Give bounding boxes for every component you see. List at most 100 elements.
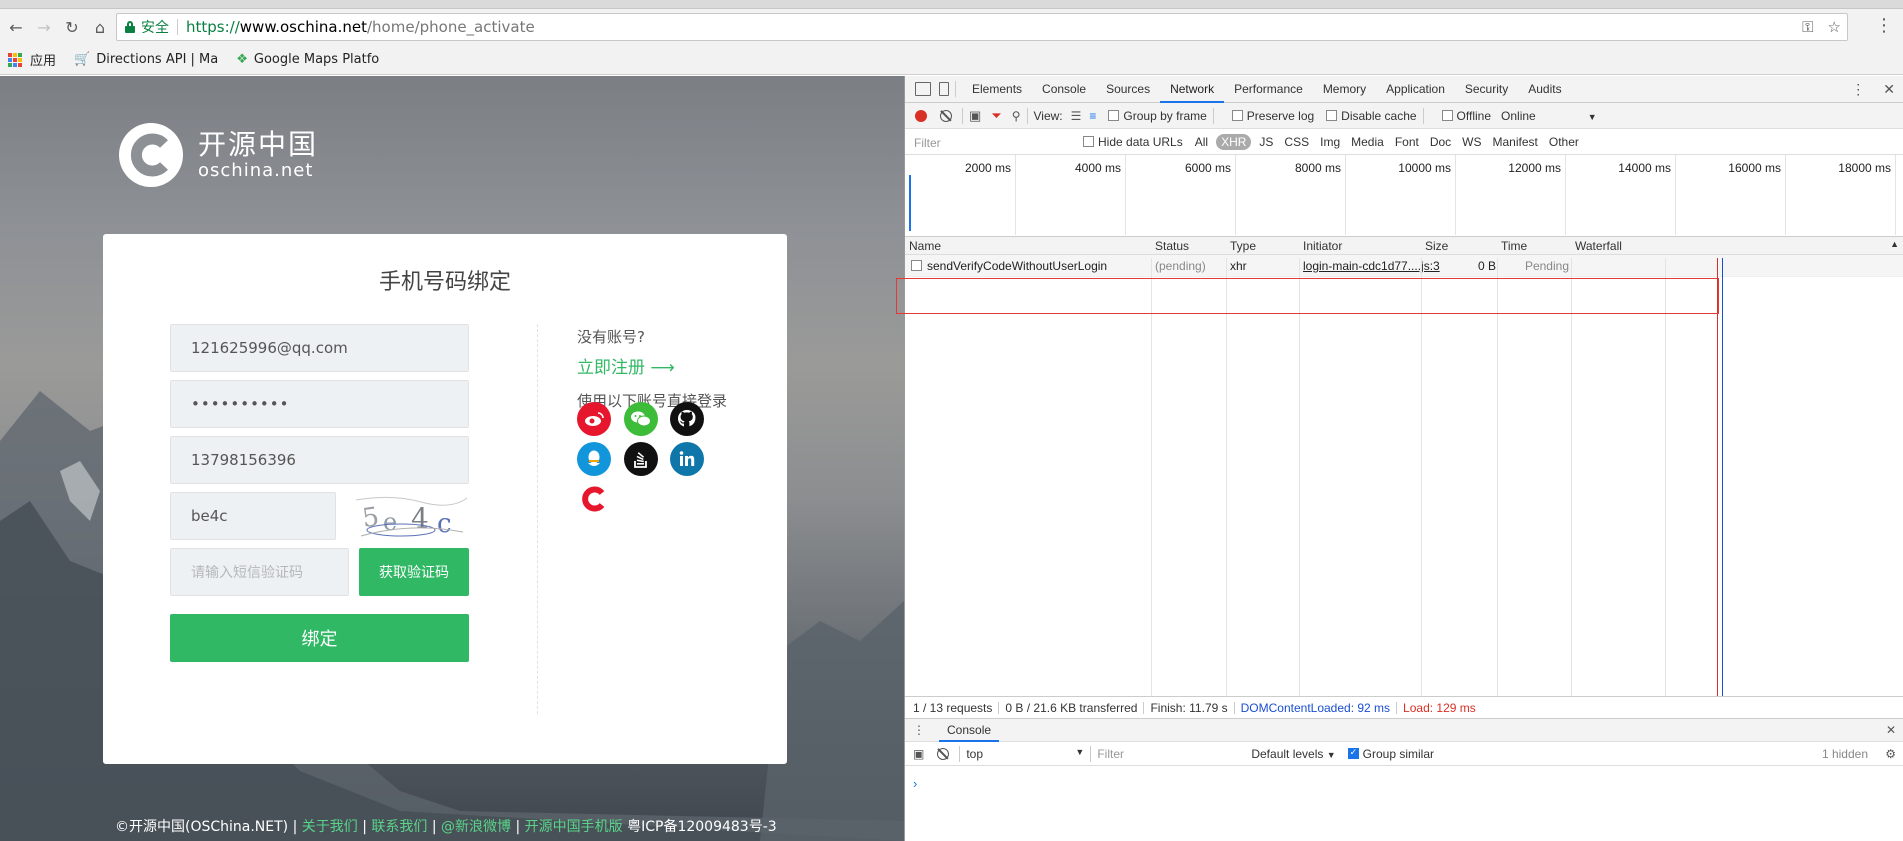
record-icon[interactable] xyxy=(915,109,927,122)
console-filter-input[interactable]: Filter xyxy=(1097,747,1247,761)
bookmark-star-icon[interactable]: ☆ xyxy=(1828,18,1841,36)
type-filter-font[interactable]: Font xyxy=(1392,134,1422,150)
tab-elements[interactable]: Elements xyxy=(962,76,1032,103)
devtools-close-icon[interactable]: ✕ xyxy=(1883,81,1895,98)
column-header-name[interactable]: Name xyxy=(909,239,941,253)
github-icon[interactable] xyxy=(670,402,704,436)
search-icon[interactable]: ⚲ xyxy=(1012,109,1021,123)
console-sidebar-icon[interactable]: ▣ xyxy=(913,747,924,761)
type-filter-other[interactable]: Other xyxy=(1546,134,1582,150)
weibo-icon[interactable] xyxy=(577,402,611,436)
column-header-type[interactable]: Type xyxy=(1230,239,1256,253)
column-header-time[interactable]: Time xyxy=(1501,239,1527,253)
bookmark-label: Directions API | Ma xyxy=(96,52,219,67)
preserve-log-checkbox[interactable]: Preserve log xyxy=(1231,109,1314,123)
get-code-button[interactable]: 获取验证码 xyxy=(359,548,469,596)
column-header-status[interactable]: Status xyxy=(1155,239,1189,253)
tab-sources[interactable]: Sources xyxy=(1096,76,1160,103)
type-filter-doc[interactable]: Doc xyxy=(1427,134,1454,150)
request-row[interactable]: sendVerifyCodeWithoutUserLogin (pending) x… xyxy=(905,255,1903,277)
network-summary: 1 / 13 requests 0 B / 21.6 KB transferre… xyxy=(905,696,1903,718)
type-filter-all[interactable]: All xyxy=(1192,134,1211,150)
device-toolbar-icon[interactable] xyxy=(939,82,949,96)
password-field[interactable]: •••••••••• xyxy=(170,380,469,428)
clear-icon[interactable] xyxy=(940,109,952,122)
sort-arrow-icon[interactable]: ▲ xyxy=(1890,239,1899,249)
type-filter-css[interactable]: CSS xyxy=(1281,134,1312,150)
qq-icon[interactable] xyxy=(577,442,611,476)
forward-button[interactable]: → xyxy=(32,15,56,39)
console-prompt[interactable]: › xyxy=(913,776,917,791)
camera-icon[interactable]: ▣ xyxy=(969,108,981,124)
bind-button[interactable]: 绑定 xyxy=(170,614,469,662)
footer-about-link[interactable]: 关于我们 xyxy=(302,819,358,835)
column-header-initiator[interactable]: Initiator xyxy=(1303,239,1342,253)
drawer-tab-console[interactable]: Console xyxy=(939,718,1000,742)
register-link[interactable]: 立即注册 ⟶ xyxy=(577,353,675,378)
address-bar[interactable]: 安全 https://www.oschina.net/home/phone_ac… xyxy=(116,13,1848,41)
back-button[interactable]: ← xyxy=(4,15,28,39)
type-filter-media[interactable]: Media xyxy=(1348,134,1387,150)
bookmark-apps[interactable]: 应用 xyxy=(8,50,56,69)
lock-icon xyxy=(125,21,135,33)
request-time: Pending xyxy=(1524,259,1569,273)
overview-gridline xyxy=(1345,155,1346,235)
filter-funnel-icon[interactable]: ⏷ xyxy=(991,108,1001,124)
drawer-close-icon[interactable]: ✕ xyxy=(1886,723,1896,737)
drawer-tabbar: ⋮ Console ✕ xyxy=(905,718,1903,742)
throttle-select[interactable]: Online ▼ xyxy=(1501,109,1597,123)
tab-memory[interactable]: Memory xyxy=(1313,76,1376,103)
sms-code-input[interactable]: 请输入短信验证码 xyxy=(170,548,349,596)
footer-weibo-link[interactable]: @新浪微博 xyxy=(441,819,511,835)
reload-button[interactable]: ↻ xyxy=(60,15,84,39)
tab-security[interactable]: Security xyxy=(1455,76,1518,103)
large-rows-icon[interactable]: ☰ xyxy=(1071,109,1082,123)
group-by-frame-checkbox[interactable]: Group by frame xyxy=(1108,109,1207,123)
drawer-menu-icon[interactable]: ⋮ xyxy=(913,723,925,737)
column-header-size[interactable]: Size xyxy=(1425,239,1448,253)
type-filter-ws[interactable]: WS xyxy=(1459,134,1484,150)
type-filter-js[interactable]: JS xyxy=(1256,134,1276,150)
bookmark-directions-api[interactable]: 🛒 Directions API | Ma xyxy=(74,52,218,67)
tab-audits[interactable]: Audits xyxy=(1518,76,1571,103)
filter-input[interactable]: Filter xyxy=(911,133,1073,151)
linkedin-icon[interactable] xyxy=(670,442,704,476)
oschina-c-icon[interactable] xyxy=(577,482,611,516)
type-filter-xhr[interactable]: XHR xyxy=(1216,133,1252,150)
document-icon xyxy=(911,260,922,271)
captcha-image[interactable]: 5 e 4 c xyxy=(351,492,469,540)
captcha-input[interactable]: be4c xyxy=(170,492,336,540)
footer-contact-link[interactable]: 联系我们 xyxy=(371,819,427,835)
wechat-icon[interactable] xyxy=(624,402,658,436)
waterfall-view-icon[interactable]: ≡ xyxy=(1089,109,1096,123)
email-field[interactable]: 121625996@qq.com xyxy=(170,324,469,372)
site-logo[interactable]: 开源中国 oschina.net xyxy=(118,122,318,188)
context-select[interactable]: top ▼ xyxy=(966,747,1084,761)
offline-checkbox[interactable]: Offline xyxy=(1441,109,1491,123)
network-toolbar: ▣ ⏷ ⚲ View: ☰ ≡ Group by frame Preserve … xyxy=(905,103,1903,129)
tab-performance[interactable]: Performance xyxy=(1224,76,1313,103)
request-initiator[interactable]: login-main-cdc1d77....js:3 xyxy=(1303,259,1440,273)
console-settings-icon[interactable]: ⚙ xyxy=(1885,747,1896,761)
home-button[interactable]: ⌂ xyxy=(88,15,112,39)
log-levels-select[interactable]: Default levels ▼ xyxy=(1251,747,1335,761)
type-filter-img[interactable]: Img xyxy=(1317,134,1343,150)
disable-cache-checkbox[interactable]: Disable cache xyxy=(1326,109,1417,123)
bookmark-google-maps[interactable]: ❖ Google Maps Platfo xyxy=(236,52,379,67)
browser-menu-icon[interactable]: ⋮ xyxy=(1875,15,1893,36)
group-similar-checkbox[interactable]: Group similar xyxy=(1347,747,1434,761)
devtools-menu-icon[interactable]: ⋮ xyxy=(1851,81,1865,98)
footer-mobile-link[interactable]: 开源中国手机版 xyxy=(525,819,623,835)
console-toolbar: ▣ top▼ Filter Default levels ▼ Group sim… xyxy=(905,742,1903,766)
tab-network[interactable]: Network xyxy=(1160,76,1225,103)
key-icon[interactable]: ⚿ xyxy=(1802,18,1813,36)
console-clear-icon[interactable] xyxy=(937,747,950,760)
inspect-element-icon[interactable] xyxy=(915,82,931,96)
tab-console[interactable]: Console xyxy=(1032,76,1096,103)
tab-application[interactable]: Application xyxy=(1376,76,1455,103)
stackoverflow-icon[interactable] xyxy=(624,442,658,476)
hide-data-urls-checkbox[interactable]: Hide data URLs xyxy=(1083,135,1183,149)
column-header-waterfall[interactable]: Waterfall xyxy=(1575,239,1622,253)
phone-field[interactable]: 13798156396 xyxy=(170,436,469,484)
type-filter-manifest[interactable]: Manifest xyxy=(1490,134,1541,150)
